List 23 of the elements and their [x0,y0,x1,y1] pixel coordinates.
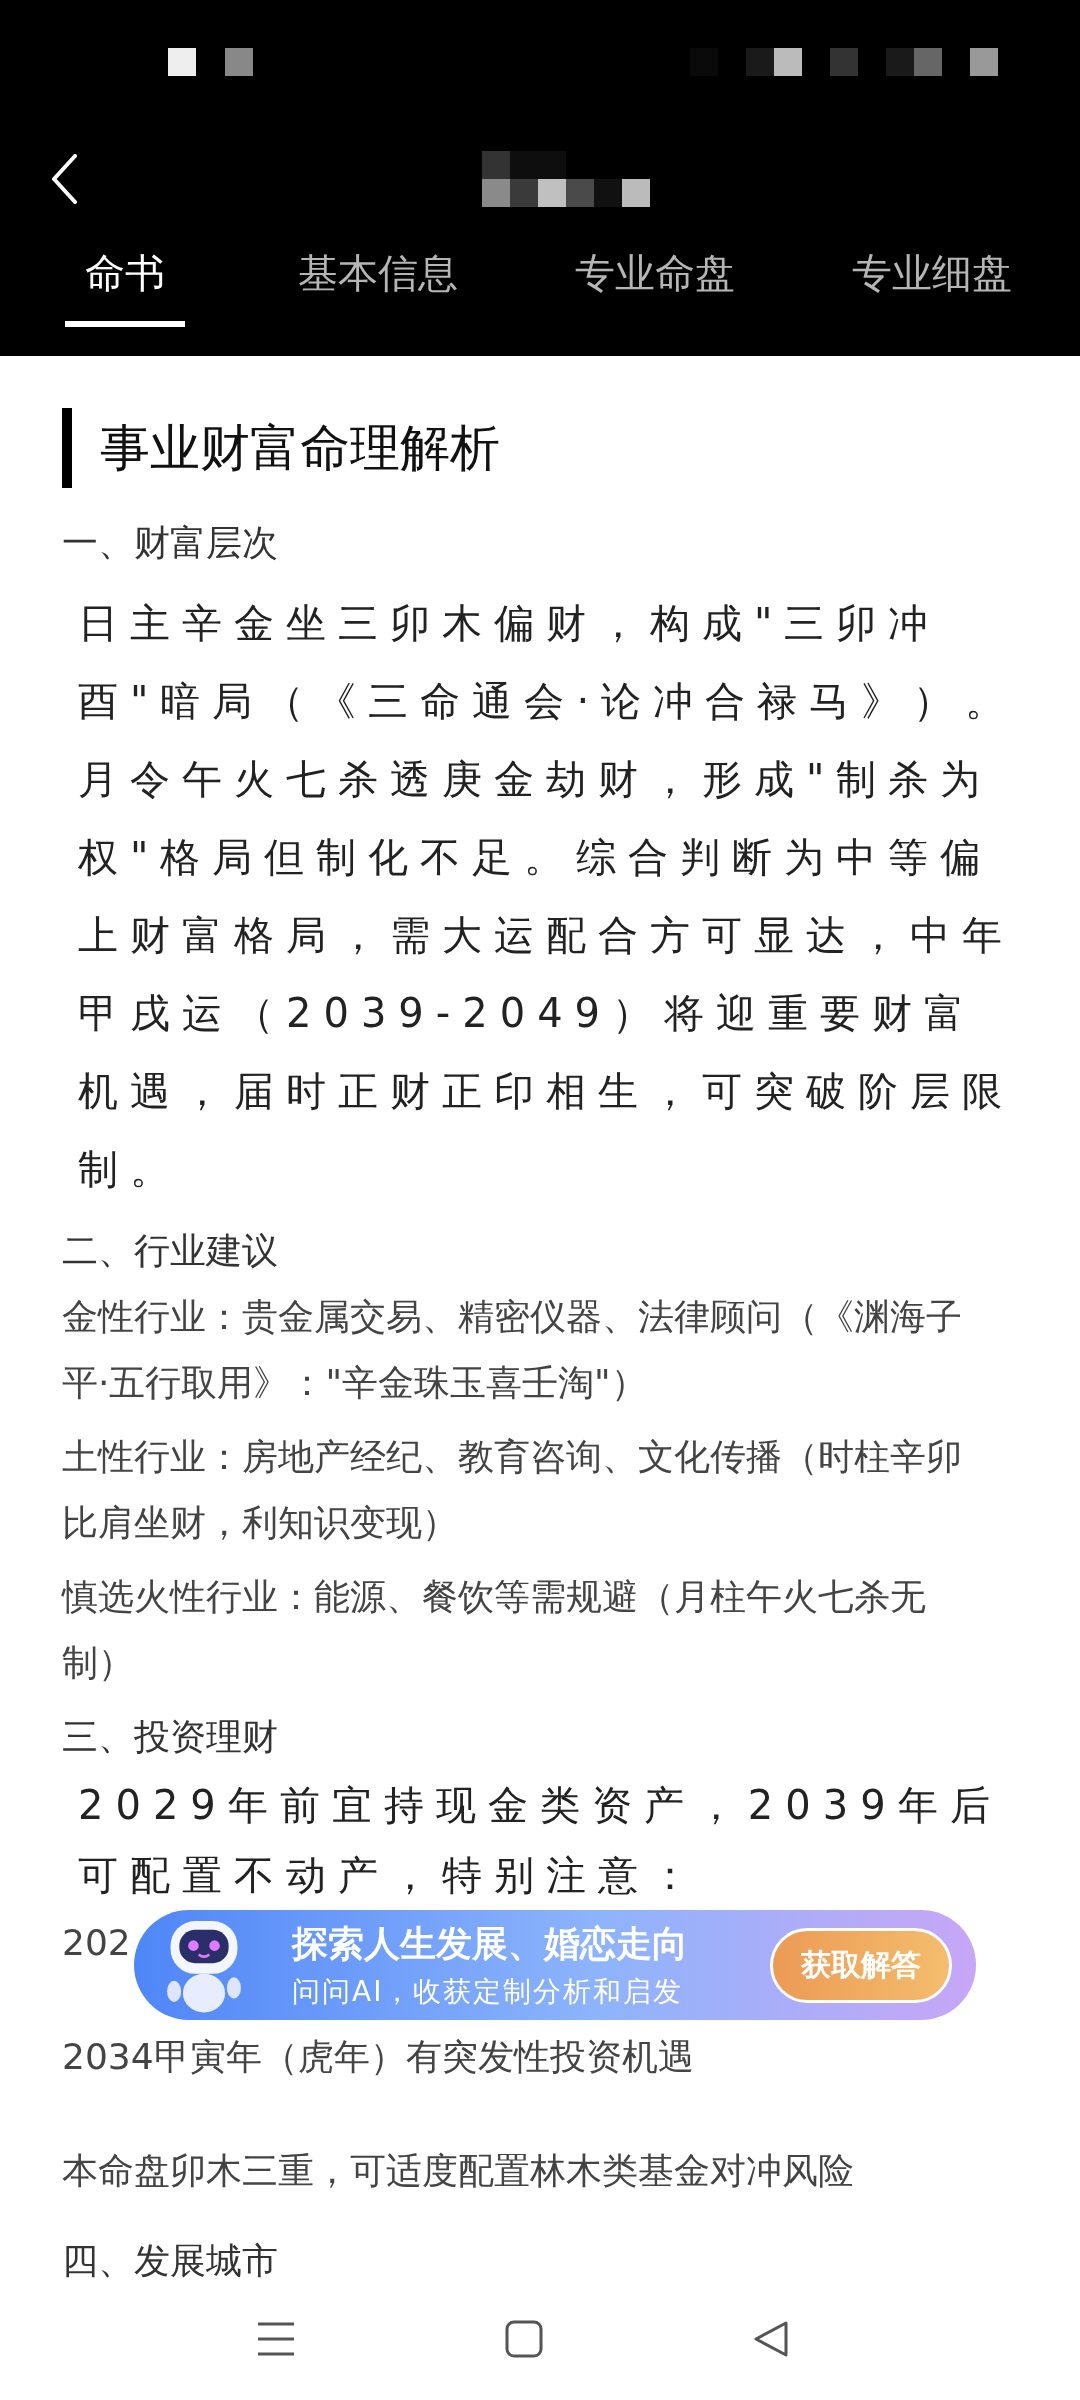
paragraph: 2029年前宜持现金类资产，2039年后可配置不动产，特别注意： [78,1781,1003,1900]
back-icon[interactable] [752,2320,790,2358]
banner-subtitle: 问问AI，收获定制分析和启发 [292,1973,685,2010]
list-item: 土性行业：房地产经纪、教育咨询、文化传播（时柱辛卯比肩坐财，利知识变现） [62,1435,963,1545]
subsection-title: 三、投资理财 [62,1715,279,1759]
list-item: 202 [62,1921,131,1965]
subsection-title: 一、财富层次 [62,521,279,565]
subsection-title: 四、发展城市 [62,2239,279,2283]
menu-icon[interactable] [256,2321,296,2357]
subsection-title: 二、行业建议 [62,1229,279,1273]
list-item: 慎选火性行业：能源、餐饮等需规避（月柱午火七杀无制） [62,1575,927,1685]
tab[interactable]: 基本信息 [293,234,462,327]
banner-title: 探索人生发展、婚恋走向 [292,1921,688,1966]
home-icon[interactable] [505,2320,543,2358]
back-icon[interactable] [50,154,78,204]
list-item: 本命盘卯木三重，可适度配置林木类基金对冲风险 [62,2149,854,2193]
tab[interactable]: 专业细盘 [847,234,1016,327]
tab[interactable]: 专业命盘 [570,234,739,327]
list-item: 金性行业：贵金属交易、精密仪器、法律顾问（《渊海子平·五行取用》："辛金珠玉喜壬淘"） [62,1295,963,1405]
list-item: 2034甲寅年（虎年）有突发性投资机遇 [62,2035,694,2079]
tab[interactable]: 命书 [64,234,185,327]
paragraph: 日主辛金坐三卯木偏财，构成"三卯冲酉"暗局（《三命通会·论冲合禄马》）。月令午火七杀透庚金劫财，形成"制杀为权"格局但制化不足。综合判断为中等偏上财富格局，需大运配合方可显达，中年甲戌运（2039-2049）将迎重要财富机遇，届时正财正印相生，可突破阶层限制。 [78,599,1018,1194]
section-heading: 事业财富命理解析 [100,417,500,479]
